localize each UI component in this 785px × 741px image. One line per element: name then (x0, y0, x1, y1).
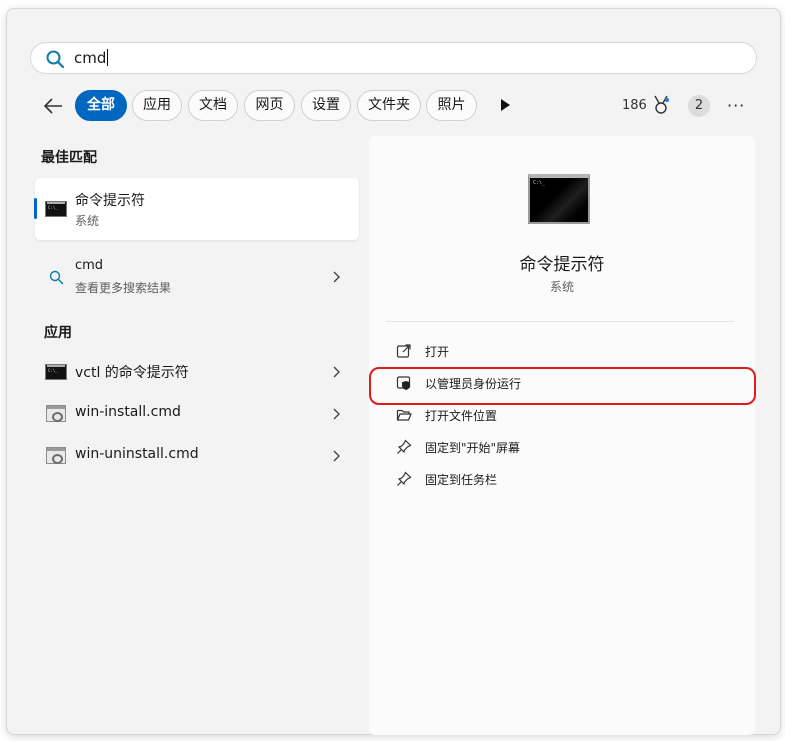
pin-icon (397, 471, 412, 486)
app-item-label: vctl 的命令提示符 (75, 365, 189, 381)
action-label: 固定到"开始"屏幕 (425, 441, 521, 455)
command-prompt-large-icon: C:\_ (528, 174, 590, 224)
chevron-right-icon (333, 271, 340, 283)
folder-open-icon (396, 409, 412, 421)
action-pin-to-start[interactable]: 固定到"开始"屏幕 (384, 432, 734, 462)
rewards-medal-icon[interactable] (652, 95, 670, 115)
chevron-right-icon (333, 450, 340, 462)
more-options-button[interactable]: ··· (727, 96, 745, 115)
filter-chip-web[interactable]: 网页 (244, 90, 295, 121)
action-label: 固定到任务栏 (425, 473, 498, 487)
apps-heading: 应用 (44, 325, 72, 341)
web-search-subtitle: 查看更多搜索结果 (75, 281, 172, 295)
search-icon (49, 270, 64, 285)
action-label: 打开 (425, 345, 450, 359)
search-box[interactable]: cmd (30, 42, 757, 74)
best-match-result[interactable]: 命令提示符 系统 (34, 178, 359, 240)
command-prompt-icon (45, 201, 67, 217)
account-avatar[interactable]: 2 (688, 95, 710, 117)
app-item-label: win-install.cmd (75, 404, 181, 420)
pin-icon (397, 439, 412, 454)
detail-divider (386, 321, 734, 322)
detail-subtitle: 系统 (549, 280, 574, 294)
action-label: 打开文件位置 (425, 409, 498, 423)
open-external-icon (396, 344, 411, 358)
filter-chip-photos[interactable]: 照片 (426, 90, 477, 121)
rewards-points: 186 (622, 98, 647, 113)
play-more-filters-icon[interactable] (498, 97, 512, 113)
action-open[interactable]: 打开 (384, 336, 734, 366)
web-search-title: cmd (75, 258, 104, 273)
filter-chip-documents[interactable]: 文档 (188, 90, 238, 121)
app-item-win-install[interactable]: win-install.cmd (35, 394, 359, 434)
app-item-label: win-uninstall.cmd (75, 446, 199, 462)
filter-chip-settings[interactable]: 设置 (301, 90, 351, 121)
filter-chip-all[interactable]: 全部 (75, 90, 127, 121)
chevron-right-icon (333, 366, 340, 378)
chevron-right-icon (333, 408, 340, 420)
best-match-title: 命令提示符 (75, 193, 145, 209)
action-pin-to-taskbar[interactable]: 固定到任务栏 (384, 464, 734, 494)
back-arrow-icon[interactable] (40, 92, 68, 120)
app-item-vctl-command-prompt[interactable]: vctl 的命令提示符 (35, 352, 359, 392)
cmd-script-icon (46, 447, 66, 464)
cmd-script-icon (46, 405, 66, 422)
command-prompt-icon (45, 364, 67, 380)
web-search-result[interactable]: cmd 查看更多搜索结果 (35, 256, 359, 298)
search-icon (46, 50, 65, 69)
filter-chip-apps[interactable]: 应用 (132, 90, 182, 121)
best-match-heading: 最佳匹配 (41, 150, 97, 166)
app-item-win-uninstall[interactable]: win-uninstall.cmd (35, 436, 359, 476)
text-caret (107, 49, 109, 66)
filter-chip-folders[interactable]: 文件夹 (357, 90, 421, 121)
detail-title: 命令提示符 (519, 255, 605, 275)
selection-indicator (34, 198, 37, 219)
best-match-subtitle: 系统 (75, 214, 100, 228)
search-input[interactable]: cmd (74, 49, 109, 67)
red-highlight-annotation (369, 367, 756, 405)
